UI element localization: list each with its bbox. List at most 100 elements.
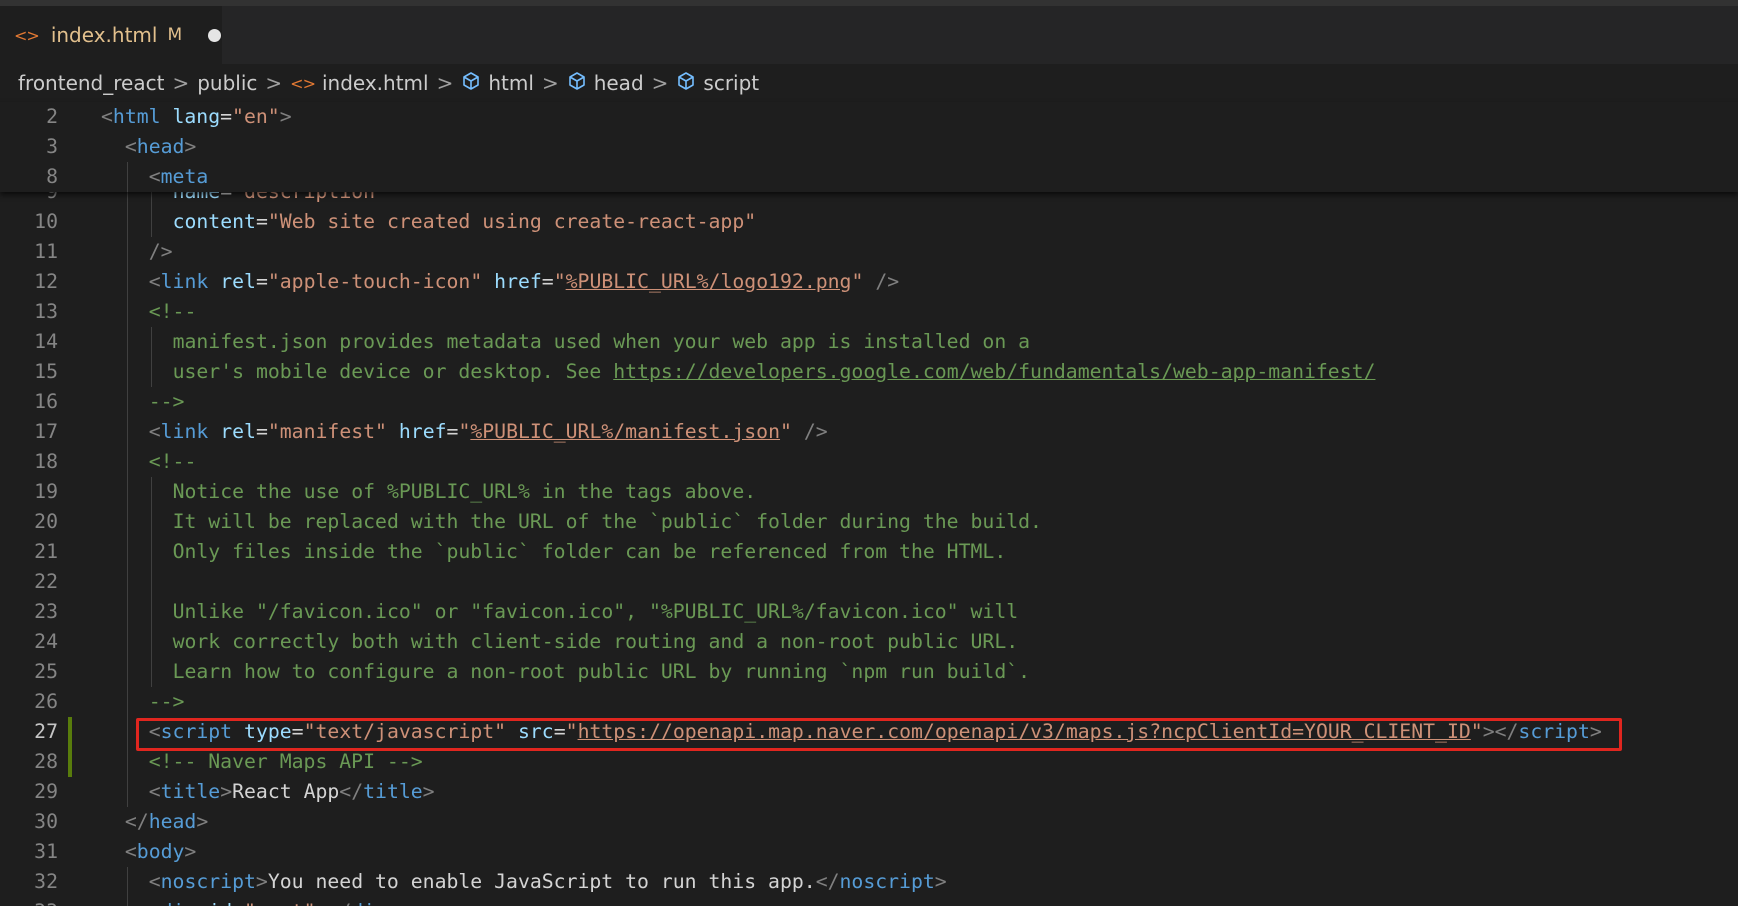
code-line[interactable]: 30 </head> [0, 807, 1738, 837]
indent-guide [126, 417, 128, 447]
indent-guide [126, 267, 128, 297]
code-line[interactable]: 14 manifest.json provides metadata used w… [0, 327, 1738, 357]
code-token: < [124, 135, 137, 158]
code-line[interactable]: 32 <noscript>You need to enable JavaScrip… [0, 867, 1738, 897]
code-line[interactable]: 25 Learn how to configure a non-root publ… [0, 657, 1738, 687]
code-text: name="description" [173, 192, 387, 207]
code-line[interactable]: 9 name="description" [0, 192, 1738, 207]
code-token: React App [232, 780, 340, 803]
git-modified-gutter-marker[interactable] [68, 747, 72, 777]
indent-guide [150, 192, 152, 207]
line-number: 3 [46, 135, 58, 158]
line-number: 33 [0, 897, 58, 906]
code-token[interactable]: https://developers.google.com/web/fundam… [613, 360, 1375, 383]
breadcrumb-item-folder[interactable]: frontend_react [18, 71, 164, 95]
line-number: 19 [34, 480, 58, 503]
code-token[interactable]: %PUBLIC_URL%/logo192.png [566, 270, 852, 293]
code-line[interactable]: 10 content="Web site created using create… [0, 207, 1738, 237]
code-editor[interactable]: 9name="description"10content="Web site c… [0, 192, 1738, 906]
code-token[interactable]: https://openapi.map.naver.com/openapi/v3… [578, 720, 1471, 743]
code-token: "en" [232, 105, 280, 128]
code-token: You need to enable JavaScript to run thi… [267, 870, 816, 893]
breadcrumb-item-symbol[interactable]: html [461, 71, 534, 96]
breadcrumb-item-symbol[interactable]: script [676, 71, 759, 96]
sticky-scroll-header[interactable]: 2 <html lang="en"> 3 <head> 8 <meta [0, 102, 1738, 192]
breadcrumb-item-file[interactable]: <> index.html [290, 71, 428, 95]
code-line[interactable]: 24 work correctly both with client-side r… [0, 627, 1738, 657]
code-token[interactable]: %PUBLIC_URL%/manifest.json [470, 420, 780, 443]
code-line[interactable]: 22 [0, 567, 1738, 597]
code-token: > [184, 840, 197, 863]
code-line[interactable]: 17 <link rel="manifest" href="%PUBLIC_URL… [0, 417, 1738, 447]
editor-tab-index-html[interactable]: <> index.html M [0, 6, 222, 64]
code-line[interactable]: 20 It will be replaced with the URL of th… [0, 507, 1738, 537]
code-line[interactable]: 2 <html lang="en"> [0, 102, 1738, 132]
code-token: manifest.json provides metadata used whe… [172, 330, 1031, 353]
code-line[interactable]: 18 <!-- [0, 447, 1738, 477]
indent-guide [126, 477, 128, 507]
code-line[interactable]: 13 <!-- [0, 297, 1738, 327]
indent-guide [126, 597, 128, 627]
code-token: = [541, 270, 554, 293]
code-token: content [172, 210, 256, 233]
git-modified-gutter-marker[interactable] [68, 717, 72, 747]
code-line[interactable]: 23 Unlike "/favicon.ico" or "favicon.ico"… [0, 597, 1738, 627]
code-token: <!-- Naver Maps API --> [148, 750, 423, 773]
code-token: " [1470, 720, 1483, 743]
chevron-right-icon: > [541, 71, 559, 95]
code-line[interactable]: 11 /> [0, 237, 1738, 267]
code-token: It will be replaced with the URL of the … [172, 510, 1042, 533]
code-token: < [149, 900, 161, 906]
indent-guide [126, 657, 128, 687]
indent-guide [126, 627, 128, 657]
code-text: It will be replaced with the URL of the … [173, 507, 1042, 537]
code-text: <!-- [149, 297, 197, 327]
code-line[interactable]: 31 <body> [0, 837, 1738, 867]
code-token: > [934, 870, 947, 893]
line-number: 17 [34, 420, 58, 443]
code-line[interactable]: 12 <link rel="apple-touch-icon" href="%PU… [0, 267, 1738, 297]
code-line[interactable]: 27 <script type="text/javascript" src="ht… [0, 717, 1738, 747]
code-token: > [220, 780, 233, 803]
code-text: <script type="text/javascript" src="http… [149, 717, 1602, 747]
code-line[interactable]: 16 --> [0, 387, 1738, 417]
code-line[interactable]: 19 Notice the use of %PUBLIC_URL% in the … [0, 477, 1738, 507]
code-line[interactable]: 33<div id="root"></div> [0, 897, 1738, 906]
code-line[interactable]: 29 <title>React App</title> [0, 777, 1738, 807]
code-token: = [255, 270, 268, 293]
code-token: > [255, 870, 268, 893]
code-text: </head> [125, 807, 208, 837]
code-token: "description" [232, 192, 387, 203]
code-text: <body> [125, 837, 196, 867]
code-token: title [160, 780, 221, 803]
modified-badge: M [167, 25, 183, 45]
code-token: " [553, 270, 566, 293]
code-token: href [398, 420, 447, 443]
breadcrumb-label: frontend_react [18, 71, 165, 95]
code-token: Unlike "/favicon.ico" or "favicon.ico", … [172, 600, 1019, 623]
code-line[interactable]: 21 Only files inside the `public` folder … [0, 537, 1738, 567]
code-text: --> [149, 387, 185, 417]
code-line[interactable]: 3 <head> [0, 132, 1738, 162]
code-token: meta [160, 165, 209, 188]
indent-guide [126, 357, 128, 387]
code-token: < [148, 870, 161, 893]
indent-guide [150, 597, 152, 627]
code-token: title [363, 780, 423, 803]
line-number: 16 [34, 390, 58, 413]
code-token: Only files inside the `public` folder ca… [172, 540, 1007, 563]
breadcrumb-item-folder[interactable]: public [197, 71, 257, 95]
code-line[interactable]: 26 --> [0, 687, 1738, 717]
code-line[interactable]: 28 <!-- Naver Maps API --> [0, 747, 1738, 777]
chevron-right-icon: > [265, 71, 283, 95]
code-token: < [124, 840, 137, 863]
indent-guide [126, 897, 128, 906]
code-line[interactable]: 15 user's mobile device or desktop. See h… [0, 357, 1738, 387]
indent-guide [150, 477, 152, 507]
unsaved-dot-icon[interactable] [208, 28, 222, 42]
breadcrumb-item-symbol[interactable]: head [567, 71, 644, 96]
indent-guide [150, 507, 152, 537]
code-line[interactable]: 8 <meta [0, 162, 1738, 192]
